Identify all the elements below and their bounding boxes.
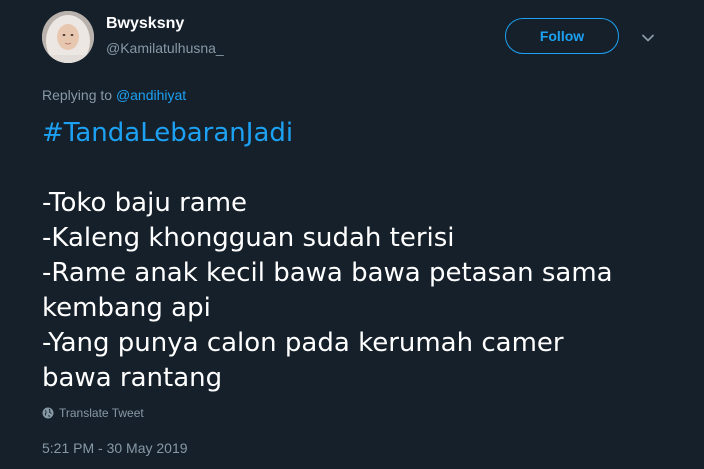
reply-mention-link[interactable]: @andihiyat (116, 87, 186, 103)
avatar[interactable] (42, 11, 94, 63)
tweet-timestamp[interactable]: 5:21 PM - 30 May 2019 (42, 440, 188, 456)
replying-to: Replying to @andihiyat (42, 87, 186, 103)
tweet-card: Bwysksny @Kamilatulhusna_ Follow Replyin… (0, 0, 704, 469)
globe-icon (42, 407, 54, 419)
tweet-line: -Yang punya calon pada kerumah camer (42, 328, 564, 358)
tweet-line: kembang api (42, 293, 211, 323)
translate-tweet-label: Translate Tweet (59, 406, 144, 420)
replying-to-label: Replying to (42, 87, 113, 103)
tweet-text: #TandaLebaranJadi -Toko baju rame -Kalen… (42, 116, 682, 396)
tweet-line: -Kaleng khongguan sudah terisi (42, 223, 455, 253)
follow-button[interactable]: Follow (505, 18, 619, 54)
tweet-line: -Rame anak kecil bawa bawa petasan sama (42, 258, 613, 288)
translate-tweet-link[interactable]: Translate Tweet (42, 406, 144, 420)
display-name[interactable]: Bwysksny (106, 15, 184, 33)
chevron-down-icon (642, 34, 654, 42)
hashtag-link[interactable]: #TandaLebaranJadi (42, 116, 682, 151)
tweet-line: bawa rantang (42, 363, 223, 393)
tweet-line: -Toko baju rame (42, 188, 248, 218)
more-options-button[interactable] (638, 28, 658, 48)
profile-photo-icon (42, 11, 94, 63)
user-handle[interactable]: @Kamilatulhusna_ (106, 40, 224, 56)
